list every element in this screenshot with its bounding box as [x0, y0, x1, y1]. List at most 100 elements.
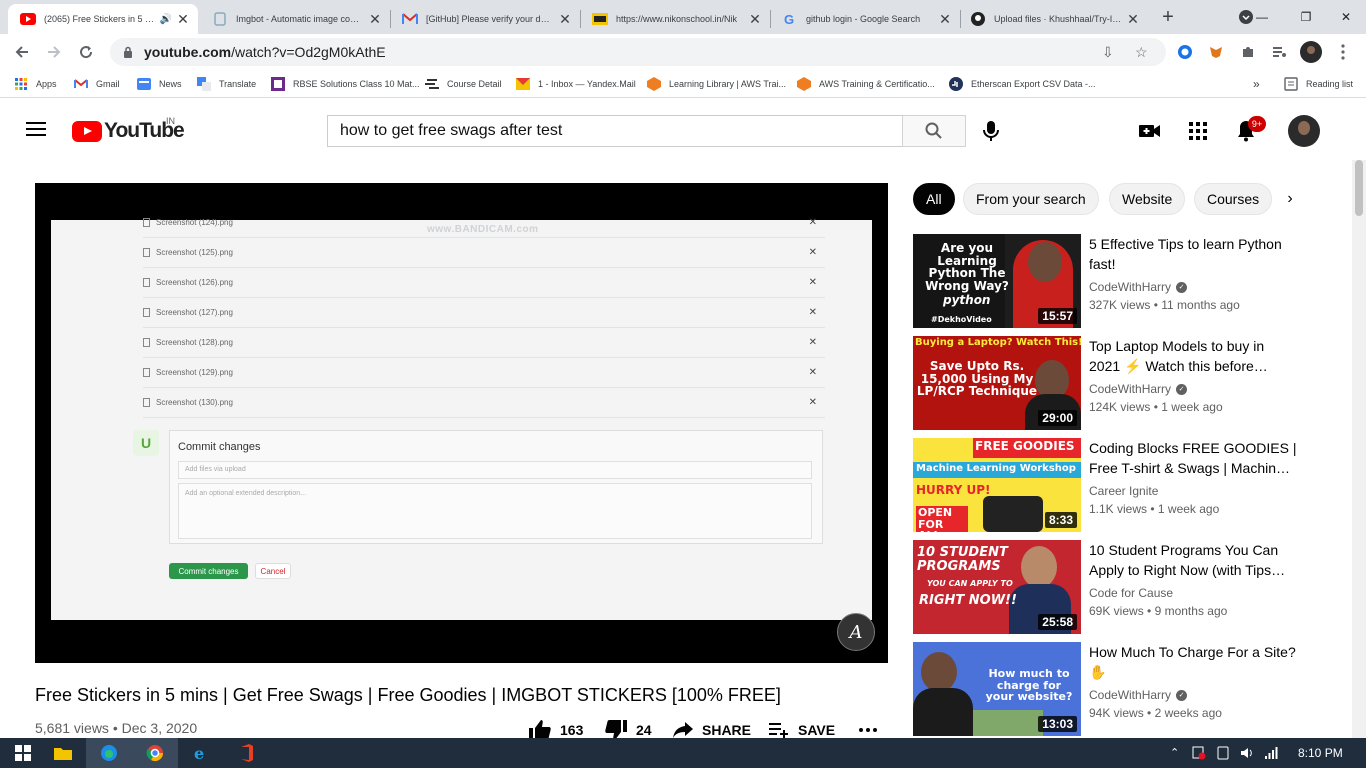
- wifi-signal-icon[interactable]: [1264, 746, 1278, 763]
- back-icon[interactable]: [10, 40, 34, 64]
- search-input[interactable]: how to get free swags after test: [327, 115, 903, 147]
- recommendation-title[interactable]: Coding Blocks FREE GOODIES | Free T-shir…: [1089, 438, 1299, 478]
- channel-name[interactable]: CodeWithHarry: [1089, 688, 1171, 702]
- video-thumbnail[interactable]: FREE GOODIES Machine Learning Workshop H…: [913, 438, 1081, 532]
- video-player[interactable]: www.BANDICAM.com Screenshot (124).png ✕ S…: [35, 183, 888, 663]
- recommendation-item[interactable]: 10 STUDENT PROGRAMS YOU CAN APPLY TO RIG…: [913, 540, 1306, 634]
- dislike-count: 24: [636, 722, 652, 738]
- tab-close-icon[interactable]: ✕: [938, 11, 952, 28]
- video-duration: 8:33: [1044, 512, 1077, 528]
- apps-grid-icon[interactable]: [1185, 118, 1211, 144]
- lock-icon[interactable]: [122, 46, 134, 58]
- chip-from-your-search[interactable]: From your search: [963, 183, 1099, 215]
- close-window-icon[interactable]: ✕: [1326, 0, 1366, 34]
- recommendation-item[interactable]: Are you Learning Python The Wrong Way? p…: [913, 234, 1306, 328]
- recommendation-title[interactable]: 10 Student Programs You Can Apply to Rig…: [1089, 540, 1299, 580]
- channel-watermark-icon[interactable]: A: [837, 613, 875, 651]
- channel-name[interactable]: Career Ignite: [1089, 484, 1158, 498]
- chip-website[interactable]: Website: [1109, 183, 1186, 215]
- install-app-icon[interactable]: ⇩: [1102, 38, 1114, 66]
- volume-icon[interactable]: [1240, 746, 1254, 763]
- metamask-extension-icon[interactable]: [1205, 41, 1227, 63]
- file-explorer-icon[interactable]: [40, 738, 86, 768]
- bookmark-label: Learning Library | AWS Trai...: [669, 79, 787, 89]
- account-avatar[interactable]: [1288, 115, 1320, 147]
- extensions-puzzle-icon[interactable]: [1237, 41, 1259, 63]
- page-scrollbar[interactable]: [1352, 160, 1366, 738]
- tab-close-icon[interactable]: ✕: [176, 11, 190, 28]
- reload-icon[interactable]: [74, 40, 98, 64]
- restore-icon[interactable]: ❐: [1286, 0, 1326, 34]
- chevron-right-icon[interactable]: ›: [1280, 189, 1300, 209]
- tab-nikonschool[interactable]: https://www.nikonschool.in/Nik ✕: [580, 4, 770, 34]
- recommendation-title[interactable]: How Much To Charge For a Site? ✋: [1089, 642, 1299, 682]
- tab-imgbot[interactable]: Imgbot - Automatic image compr ✕: [200, 4, 390, 34]
- bookmark-translate[interactable]: Translate: [197, 76, 256, 92]
- bookmark-yandex-mail[interactable]: 1 - Inbox — Yandex.Mail: [516, 76, 636, 92]
- more-bookmarks-icon[interactable]: »: [1253, 76, 1260, 92]
- create-video-icon[interactable]: [1137, 118, 1163, 144]
- aws-icon: [797, 77, 811, 91]
- search-button[interactable]: [902, 115, 966, 147]
- tab-google-search[interactable]: G github login - Google Search ✕: [770, 4, 960, 34]
- show-hidden-icons[interactable]: ⌃: [1170, 746, 1179, 759]
- thumbnail-text: FREE GOODIES: [975, 439, 1075, 453]
- recommendation-item[interactable]: FREE GOODIES Machine Learning Workshop H…: [913, 438, 1306, 532]
- tab-close-icon[interactable]: ✕: [748, 11, 762, 28]
- video-thumbnail[interactable]: 10 STUDENT PROGRAMS YOU CAN APPLY TO RIG…: [913, 540, 1081, 634]
- channel-name[interactable]: CodeWithHarry: [1089, 382, 1171, 396]
- edge-extension-icon[interactable]: [1174, 41, 1196, 63]
- tab-github-verify[interactable]: [GitHub] Please verify your device ✕: [390, 4, 580, 34]
- youtube-header: YouTube IN how to get free swags after t…: [0, 98, 1366, 160]
- chip-all[interactable]: All: [913, 183, 955, 215]
- reading-list-button[interactable]: Reading list: [1284, 76, 1353, 92]
- chrome-taskbar-icon[interactable]: [132, 738, 178, 768]
- video-thumbnail[interactable]: How much to charge for your website? 13:…: [913, 642, 1081, 736]
- bookmark-star-icon[interactable]: ☆: [1135, 38, 1148, 66]
- profile-avatar[interactable]: [1300, 41, 1322, 63]
- bookmark-course-detail[interactable]: Course Detail: [425, 76, 502, 92]
- forward-icon[interactable]: [42, 40, 66, 64]
- bookmark-news[interactable]: News: [137, 76, 182, 92]
- tab-github-upload[interactable]: Upload files · Khushhaal/Try-Img ✕: [958, 4, 1148, 34]
- commit-changes-button: Commit changes: [169, 563, 248, 579]
- recommendation-title[interactable]: Top Laptop Models to buy in 2021 ⚡ Watch…: [1089, 336, 1299, 376]
- address-bar[interactable]: youtube.com/watch?v=Od2gM0kAthE ⇩ ☆: [110, 38, 1166, 66]
- svg-text:e: e: [194, 744, 204, 762]
- media-control-icon[interactable]: [1268, 41, 1290, 63]
- bookmark-aws-learning[interactable]: Learning Library | AWS Trai...: [647, 76, 786, 92]
- device-icon[interactable]: [1216, 746, 1230, 763]
- audio-playing-icon[interactable]: 🔊: [160, 14, 172, 25]
- office-icon[interactable]: [224, 738, 270, 768]
- youtube-logo[interactable]: YouTube IN: [72, 116, 185, 142]
- chip-courses[interactable]: Courses: [1194, 183, 1273, 215]
- network-alert-icon[interactable]: [1192, 746, 1206, 763]
- tab-close-icon[interactable]: ✕: [558, 11, 572, 28]
- tab-close-icon[interactable]: ✕: [1126, 11, 1140, 28]
- country-code: IN: [166, 116, 175, 126]
- video-thumbnail[interactable]: Are you Learning Python The Wrong Way? p…: [913, 234, 1081, 328]
- file-icon: [143, 248, 150, 257]
- bookmark-rbse[interactable]: RBSE Solutions Class 10 Mat...: [271, 76, 420, 92]
- tab-youtube[interactable]: (2065) Free Stickers in 5 mins 🔊 ✕: [8, 4, 198, 34]
- bookmark-apps[interactable]: Apps: [14, 76, 57, 92]
- voice-search-button[interactable]: [978, 115, 1004, 147]
- recommendation-item[interactable]: Buying a Laptop? Watch This!!! Save Upto…: [913, 336, 1306, 430]
- internet-explorer-icon[interactable]: e: [178, 738, 224, 768]
- edge-taskbar-icon[interactable]: [86, 738, 132, 768]
- guide-menu-icon[interactable]: [26, 122, 46, 136]
- bookmark-aws-training[interactable]: AWS Training & Certificatio...: [797, 76, 935, 92]
- chrome-menu-icon[interactable]: [1332, 41, 1354, 63]
- bookmark-etherscan[interactable]: Etherscan Export CSV Data -...: [949, 76, 1096, 92]
- bookmark-gmail[interactable]: Gmail: [74, 76, 120, 92]
- scrollbar-thumb[interactable]: [1355, 160, 1363, 216]
- minimize-icon[interactable]: —: [1242, 0, 1282, 34]
- video-thumbnail[interactable]: Buying a Laptop? Watch This!!! Save Upto…: [913, 336, 1081, 430]
- recommendation-title[interactable]: 5 Effective Tips to learn Python fast!: [1089, 234, 1299, 274]
- taskbar-clock[interactable]: 8:10 PM: [1298, 746, 1343, 760]
- channel-name[interactable]: CodeWithHarry: [1089, 280, 1171, 294]
- recommendation-item[interactable]: How much to charge for your website? 13:…: [913, 642, 1306, 736]
- channel-name[interactable]: Code for Cause: [1089, 586, 1173, 600]
- new-tab-button[interactable]: +: [1158, 6, 1178, 28]
- tab-close-icon[interactable]: ✕: [368, 11, 382, 28]
